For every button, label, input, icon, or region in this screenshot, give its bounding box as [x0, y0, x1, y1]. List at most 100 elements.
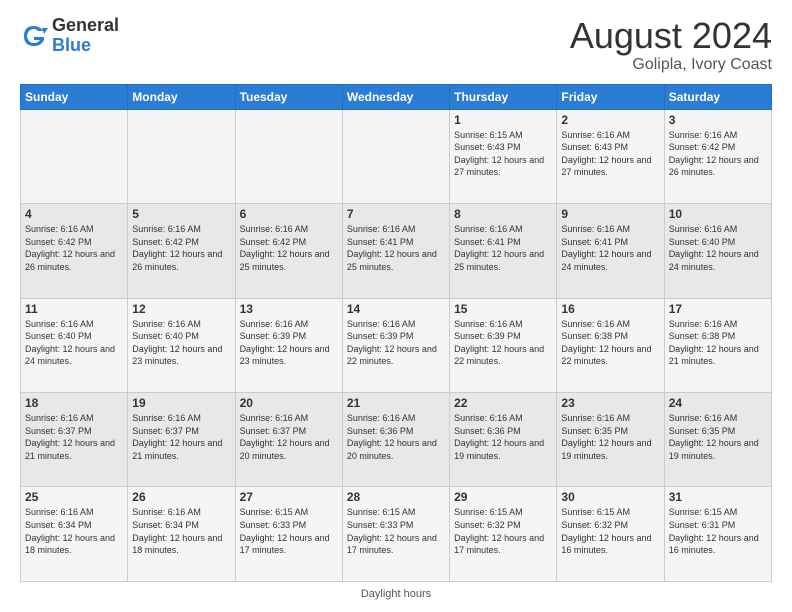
day-number: 10 — [669, 207, 767, 221]
calendar-cell: 6Sunrise: 6:16 AM Sunset: 6:42 PM Daylig… — [235, 204, 342, 298]
calendar-cell: 8 Sunrise: 6:16 AM Sunset: 6:41 PM Daylig… — [450, 204, 557, 298]
day-number: 26 — [132, 490, 230, 504]
day-info: Sunrise: 6:15 AM Sunset: 6:43 PM Dayligh… — [454, 129, 552, 179]
calendar-table: SundayMondayTuesdayWednesdayThursdayFrid… — [20, 84, 772, 582]
day-number: 12 — [132, 302, 230, 316]
day-info: Sunrise: 6:16 AM Sunset: 6:36 PM Dayligh… — [347, 412, 445, 462]
calendar-cell — [342, 109, 449, 203]
logo-text: General Blue — [52, 16, 119, 56]
day-info: Sunrise: 6:16 AM Sunset: 6:37 PM Dayligh… — [240, 412, 338, 462]
calendar-cell: 9 Sunrise: 6:16 AM Sunset: 6:41 PM Daylig… — [557, 204, 664, 298]
calendar-cell: 19 Sunrise: 6:16 AM Sunset: 6:37 PM Dayli… — [128, 393, 235, 487]
footer: Daylight hours — [20, 588, 772, 600]
logo: General Blue — [20, 16, 119, 56]
logo-general: General — [52, 16, 119, 36]
logo-blue: Blue — [52, 36, 119, 56]
day-number: 18 — [25, 396, 123, 410]
week-row-1: 1Sunrise: 6:15 AM Sunset: 6:43 PM Daylig… — [21, 109, 772, 203]
day-number: 3 — [669, 113, 767, 127]
calendar-cell: 25Sunrise: 6:16 AM Sunset: 6:34 PM Dayli… — [21, 487, 128, 582]
calendar-cell — [235, 109, 342, 203]
header: General Blue August 2024 Golipla, Ivory … — [20, 16, 772, 74]
calendar-cell: 24Sunrise: 6:16 AM Sunset: 6:35 PM Dayli… — [664, 393, 771, 487]
calendar-cell: 12Sunrise: 6:16 AM Sunset: 6:40 PM Dayli… — [128, 298, 235, 392]
day-number: 5 — [132, 207, 230, 221]
day-info: Sunrise: 6:16 AM Sunset: 6:41 PM Dayligh… — [454, 223, 552, 273]
calendar-cell — [21, 109, 128, 203]
day-info: Sunrise: 6:15 AM Sunset: 6:31 PM Dayligh… — [669, 506, 767, 556]
header-row: SundayMondayTuesdayWednesdayThursdayFrid… — [21, 84, 772, 109]
calendar-cell: 17 Sunrise: 6:16 AM Sunset: 6:38 PM Dayli… — [664, 298, 771, 392]
calendar-cell — [128, 109, 235, 203]
day-header-saturday: Saturday — [664, 84, 771, 109]
day-number: 17 — [669, 302, 767, 316]
calendar-cell: 30Sunrise: 6:15 AM Sunset: 6:32 PM Dayli… — [557, 487, 664, 582]
day-number: 24 — [669, 396, 767, 410]
day-info: Sunrise: 6:16 AM Sunset: 6:36 PM Dayligh… — [454, 412, 552, 462]
day-info: Sunrise: 6:16 AM Sunset: 6:38 PM Dayligh… — [561, 318, 659, 368]
day-number: 20 — [240, 396, 338, 410]
calendar-cell: 13 Sunrise: 6:16 AM Sunset: 6:39 PM Dayli… — [235, 298, 342, 392]
day-header-wednesday: Wednesday — [342, 84, 449, 109]
calendar-cell: 3Sunrise: 6:16 AM Sunset: 6:42 PM Daylig… — [664, 109, 771, 203]
calendar-cell: 18 Sunrise: 6:16 AM Sunset: 6:37 PM Dayli… — [21, 393, 128, 487]
day-info: Sunrise: 6:16 AM Sunset: 6:41 PM Dayligh… — [347, 223, 445, 273]
day-info: Sunrise: 6:16 AM Sunset: 6:37 PM Dayligh… — [25, 412, 123, 462]
week-row-5: 25Sunrise: 6:16 AM Sunset: 6:34 PM Dayli… — [21, 487, 772, 582]
calendar-cell: 29Sunrise: 6:15 AM Sunset: 6:32 PM Dayli… — [450, 487, 557, 582]
calendar-cell: 14Sunrise: 6:16 AM Sunset: 6:39 PM Dayli… — [342, 298, 449, 392]
day-number: 29 — [454, 490, 552, 504]
day-info: Sunrise: 6:16 AM Sunset: 6:40 PM Dayligh… — [669, 223, 767, 273]
day-info: Sunrise: 6:16 AM Sunset: 6:42 PM Dayligh… — [132, 223, 230, 273]
day-number: 8 — [454, 207, 552, 221]
day-number: 19 — [132, 396, 230, 410]
calendar-header: SundayMondayTuesdayWednesdayThursdayFrid… — [21, 84, 772, 109]
day-number: 16 — [561, 302, 659, 316]
day-info: Sunrise: 6:16 AM Sunset: 6:43 PM Dayligh… — [561, 129, 659, 179]
calendar-body: 1Sunrise: 6:15 AM Sunset: 6:43 PM Daylig… — [21, 109, 772, 581]
day-number: 9 — [561, 207, 659, 221]
calendar-subtitle: Golipla, Ivory Coast — [570, 56, 772, 74]
day-info: Sunrise: 6:16 AM Sunset: 6:35 PM Dayligh… — [561, 412, 659, 462]
day-number: 4 — [25, 207, 123, 221]
week-row-2: 4 Sunrise: 6:16 AM Sunset: 6:42 PM Daylig… — [21, 204, 772, 298]
day-info: Sunrise: 6:16 AM Sunset: 6:38 PM Dayligh… — [669, 318, 767, 368]
calendar-cell: 10 Sunrise: 6:16 AM Sunset: 6:40 PM Dayli… — [664, 204, 771, 298]
week-row-3: 11Sunrise: 6:16 AM Sunset: 6:40 PM Dayli… — [21, 298, 772, 392]
day-number: 2 — [561, 113, 659, 127]
day-info: Sunrise: 6:16 AM Sunset: 6:41 PM Dayligh… — [561, 223, 659, 273]
calendar-cell: 28Sunrise: 6:15 AM Sunset: 6:33 PM Dayli… — [342, 487, 449, 582]
day-number: 22 — [454, 396, 552, 410]
calendar-cell: 26Sunrise: 6:16 AM Sunset: 6:34 PM Dayli… — [128, 487, 235, 582]
day-header-monday: Monday — [128, 84, 235, 109]
calendar-cell: 22 Sunrise: 6:16 AM Sunset: 6:36 PM Dayli… — [450, 393, 557, 487]
day-header-friday: Friday — [557, 84, 664, 109]
week-row-4: 18 Sunrise: 6:16 AM Sunset: 6:37 PM Dayli… — [21, 393, 772, 487]
day-number: 11 — [25, 302, 123, 316]
page: General Blue August 2024 Golipla, Ivory … — [0, 0, 792, 612]
day-header-tuesday: Tuesday — [235, 84, 342, 109]
calendar-cell: 27 Sunrise: 6:15 AM Sunset: 6:33 PM Dayli… — [235, 487, 342, 582]
calendar-cell: 2 Sunrise: 6:16 AM Sunset: 6:43 PM Daylig… — [557, 109, 664, 203]
day-number: 28 — [347, 490, 445, 504]
logo-icon — [20, 22, 48, 50]
calendar-cell: 5 Sunrise: 6:16 AM Sunset: 6:42 PM Daylig… — [128, 204, 235, 298]
day-info: Sunrise: 6:16 AM Sunset: 6:37 PM Dayligh… — [132, 412, 230, 462]
day-info: Sunrise: 6:16 AM Sunset: 6:42 PM Dayligh… — [240, 223, 338, 273]
day-number: 13 — [240, 302, 338, 316]
calendar-cell: 4Sunrise: 6:16 AM Sunset: 6:42 PM Daylig… — [21, 204, 128, 298]
day-number: 27 — [240, 490, 338, 504]
calendar-cell: 21Sunrise: 6:16 AM Sunset: 6:36 PM Dayli… — [342, 393, 449, 487]
day-info: Sunrise: 6:16 AM Sunset: 6:39 PM Dayligh… — [454, 318, 552, 368]
calendar-cell: 15Sunrise: 6:16 AM Sunset: 6:39 PM Dayli… — [450, 298, 557, 392]
calendar-cell: 31 Sunrise: 6:15 AM Sunset: 6:31 PM Dayli… — [664, 487, 771, 582]
calendar-cell: 23 Sunrise: 6:16 AM Sunset: 6:35 PM Dayli… — [557, 393, 664, 487]
day-number: 23 — [561, 396, 659, 410]
footer-text: Daylight hours — [361, 588, 431, 600]
day-info: Sunrise: 6:16 AM Sunset: 6:39 PM Dayligh… — [240, 318, 338, 368]
day-info: Sunrise: 6:15 AM Sunset: 6:33 PM Dayligh… — [240, 506, 338, 556]
day-info: Sunrise: 6:16 AM Sunset: 6:39 PM Dayligh… — [347, 318, 445, 368]
day-number: 30 — [561, 490, 659, 504]
day-number: 31 — [669, 490, 767, 504]
calendar-cell: 16 Sunrise: 6:16 AM Sunset: 6:38 PM Dayli… — [557, 298, 664, 392]
